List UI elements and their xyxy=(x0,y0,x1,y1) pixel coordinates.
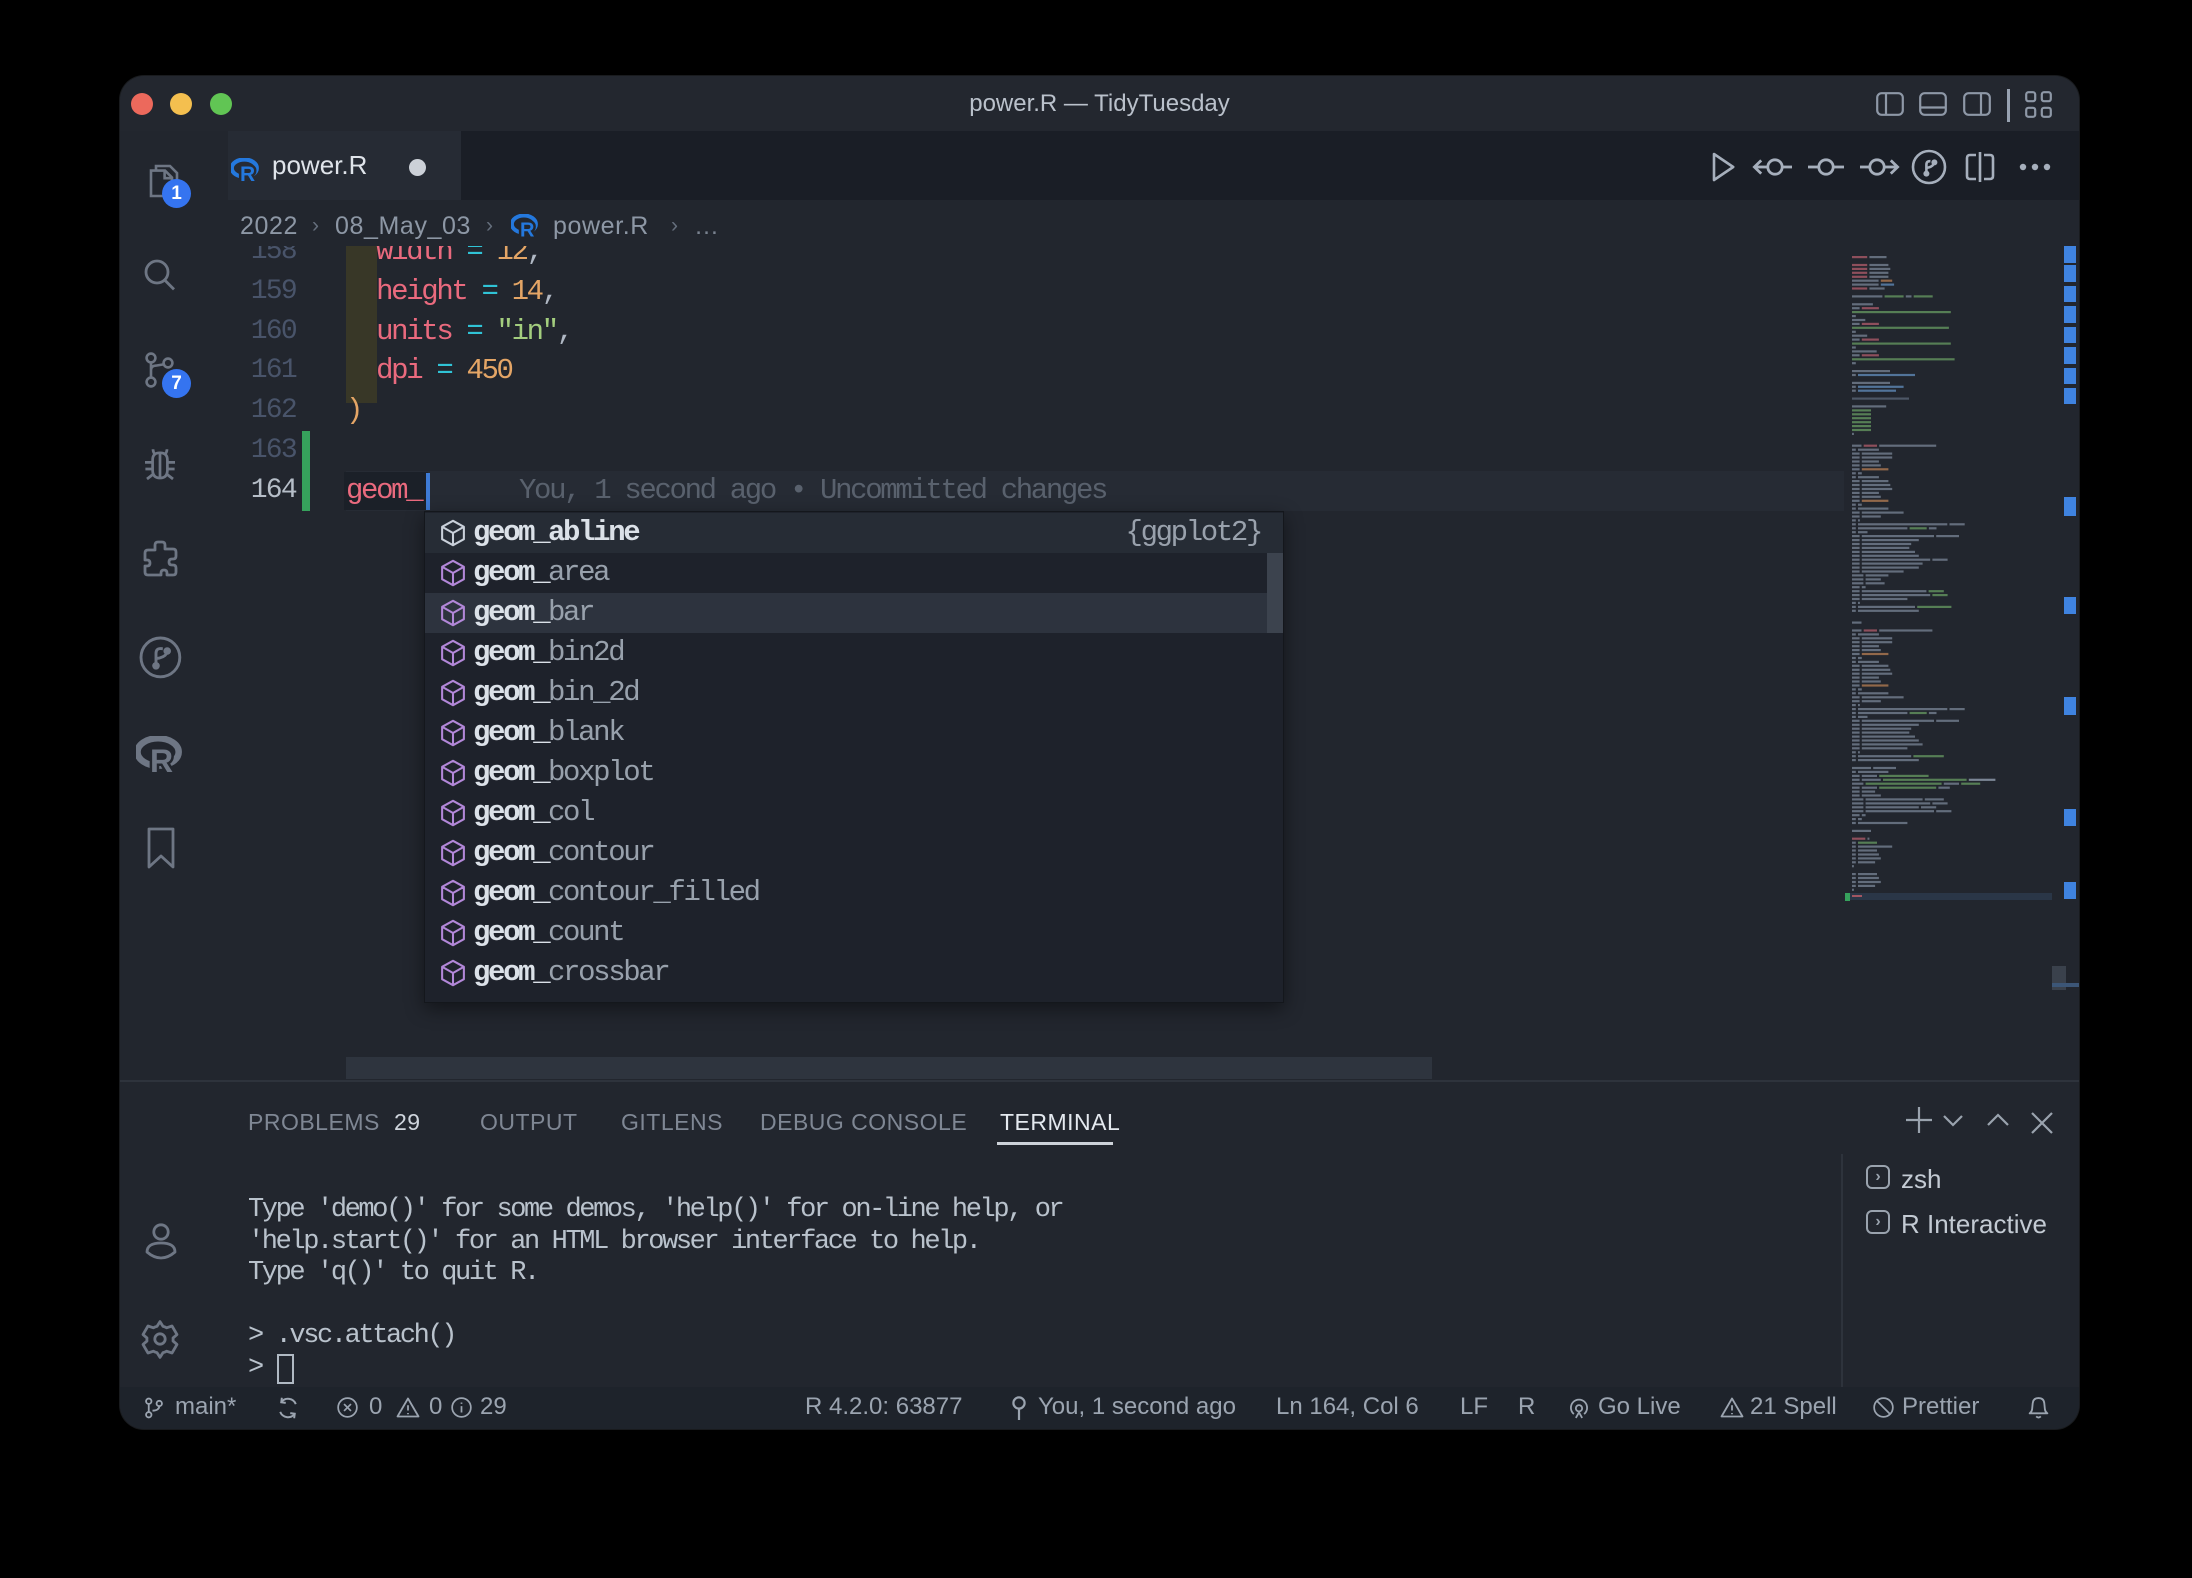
svg-text:R: R xyxy=(150,743,173,774)
svg-text:R: R xyxy=(520,220,535,239)
svg-text:R: R xyxy=(240,163,255,182)
